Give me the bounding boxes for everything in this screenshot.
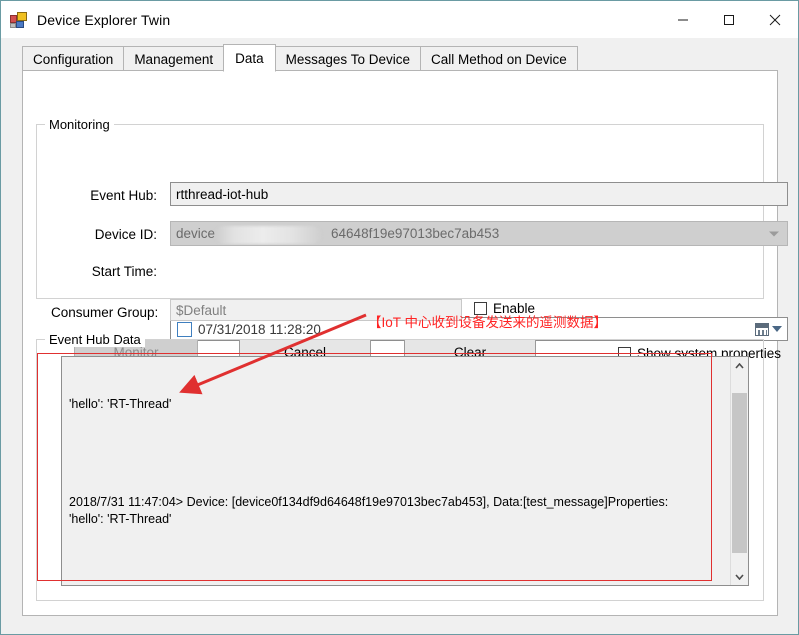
consumer-group-value: $Default [176, 303, 226, 318]
scrollbar-thumb[interactable] [732, 393, 747, 553]
chevron-down-icon [769, 231, 779, 236]
device-id-redaction [215, 226, 321, 244]
log-line: 2018/7/31 11:47:04> Device: [device0f134… [69, 494, 724, 528]
tab-strip: Configuration Management Data Messages T… [22, 44, 778, 72]
close-button[interactable] [752, 1, 798, 38]
chevron-down-icon [735, 574, 744, 580]
tab-call-method-on-device[interactable]: Call Method on Device [420, 46, 578, 71]
event-hub-input[interactable]: rtthread-iot-hub [170, 182, 788, 206]
monitoring-group-title: Monitoring [45, 117, 114, 132]
start-time-checkbox[interactable] [177, 322, 192, 337]
start-time-dropdown-button[interactable] [751, 319, 785, 339]
event-hub-data-group: Event Hub Data 'hello': 'RT-Thread' 2018… [36, 339, 764, 601]
consumer-group-label: Consumer Group: [51, 305, 157, 320]
log-vertical-scrollbar[interactable] [730, 357, 748, 585]
tab-page-data: Monitoring Event Hub: rtthread-iot-hub D… [22, 70, 778, 616]
tab-data[interactable]: Data [223, 44, 276, 72]
maximize-button[interactable] [706, 1, 752, 38]
device-id-value-suffix: 64648f19e97013bec7ab453 [331, 226, 499, 241]
log-line: 'hello': 'RT-Thread' [69, 396, 724, 413]
minimize-button[interactable] [660, 1, 706, 38]
window-controls [660, 1, 798, 38]
device-id-combobox[interactable]: device 64648f19e97013bec7ab453 [170, 221, 788, 246]
window-title: Device Explorer Twin [37, 12, 170, 28]
tab-configuration[interactable]: Configuration [22, 46, 124, 71]
tab-management[interactable]: Management [123, 46, 224, 71]
client-area: Configuration Management Data Messages T… [1, 38, 798, 634]
maximize-icon [723, 14, 735, 26]
device-id-value-prefix: device [176, 226, 215, 241]
title-bar: Device Explorer Twin [1, 1, 798, 38]
event-hub-data-textarea[interactable]: 'hello': 'RT-Thread' 2018/7/31 11:47:04>… [61, 356, 749, 586]
chevron-down-icon [772, 326, 782, 332]
event-hub-data-content: 'hello': 'RT-Thread' 2018/7/31 11:47:04>… [62, 357, 730, 585]
tab-messages-to-device[interactable]: Messages To Device [275, 46, 421, 71]
chevron-up-icon [735, 363, 744, 369]
start-time-value: 07/31/2018 11:28:20 [198, 322, 321, 337]
annotation-note-text: 【IoT 中心收到设备发送来的遥测数据】 [368, 311, 607, 331]
monitoring-group: Monitoring Event Hub: rtthread-iot-hub D… [36, 124, 764, 299]
event-hub-value: rtthread-iot-hub [176, 187, 268, 202]
calendar-icon [755, 323, 769, 336]
event-hub-data-group-title: Event Hub Data [45, 332, 145, 347]
application-window: Device Explorer Twin Co [0, 0, 799, 635]
device-id-label: Device ID: [51, 227, 157, 242]
event-hub-label: Event Hub: [51, 188, 157, 203]
scroll-down-button[interactable] [731, 568, 748, 585]
start-time-label: Start Time: [51, 264, 157, 279]
scroll-up-button[interactable] [731, 357, 748, 374]
minimize-icon [677, 14, 689, 26]
app-icon [10, 12, 27, 28]
close-icon [769, 14, 781, 26]
